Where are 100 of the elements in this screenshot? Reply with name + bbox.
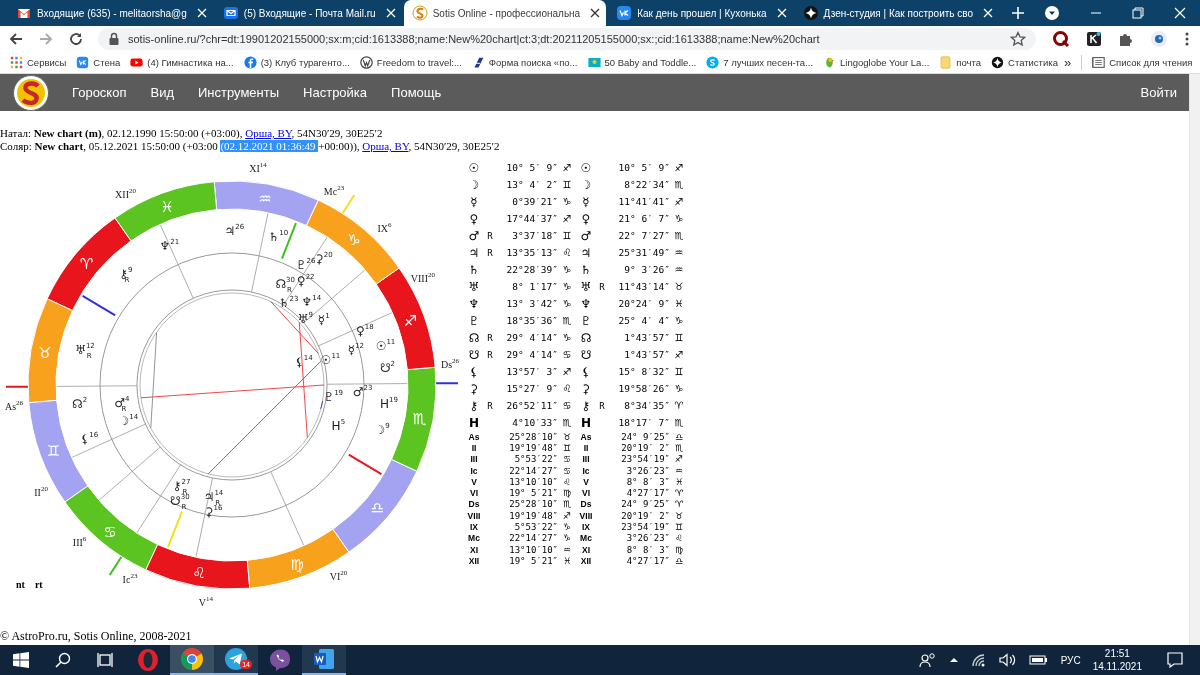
planet-label: H$^{19}$ — [379, 396, 398, 412]
sign-symbol: ♐ — [673, 195, 685, 209]
menu-item[interactable]: Вид — [150, 85, 174, 100]
position-value: 8° 8′ 3″ — [625, 543, 670, 556]
sign-symbol: ♐ — [673, 348, 685, 362]
retrograde-mark: R — [486, 246, 494, 260]
task-view-icon[interactable] — [97, 652, 113, 668]
menu-item[interactable]: Гороскоп — [72, 85, 127, 100]
wifi-icon[interactable] — [970, 653, 987, 667]
position-value: 15°27′ 9″ — [505, 382, 558, 396]
position-value: 25°28′10″ — [508, 498, 558, 511]
bookmark[interactable]: 50 Baby and Toddle... — [587, 56, 697, 69]
zodiac-sign: ♍ — [290, 555, 304, 574]
taskbar-app-button[interactable] — [170, 645, 214, 675]
planet-label: ☿$^{1}$ — [317, 312, 330, 328]
bookmark[interactable]: почта — [939, 56, 982, 69]
menu-icon[interactable] — [1184, 31, 1190, 47]
browser-tab[interactable]: Входящие (635) - melitaorsha@g — [8, 0, 213, 26]
sign-symbol: ♑ — [561, 532, 573, 544]
planet-label: ♆$^{14}$ — [301, 293, 322, 309]
battery-icon[interactable] — [1028, 654, 1049, 666]
planet-symbol: ⚳ — [468, 380, 480, 397]
planet-symbol: ☋ — [467, 346, 481, 363]
clock-time[interactable]: 21:51 — [1104, 647, 1130, 660]
sign-symbol: ♌ — [561, 246, 573, 260]
house-label: As$^{26}$ — [4, 398, 24, 412]
house-code: As — [579, 431, 593, 443]
paper-plane-icon — [224, 647, 248, 671]
back-icon[interactable] — [8, 31, 24, 47]
reload-icon[interactable] — [68, 31, 84, 47]
clock-date[interactable]: 14.11.2021 — [1092, 660, 1142, 673]
sign-symbol: ♒ — [673, 464, 685, 477]
planet-label: ☽$^{14}$ — [118, 413, 139, 429]
position-value: 25° 4′ 4″ — [617, 314, 670, 328]
more-bookmarks-button[interactable]: » — [1063, 55, 1083, 70]
reading-list-button[interactable]: Список для чтения — [1092, 56, 1193, 69]
position-value: 8° 1′17″ — [511, 280, 558, 294]
planet-symbol: ☉ — [467, 159, 481, 176]
menu-item[interactable]: Помощь — [391, 85, 442, 100]
speaker-icon[interactable] — [998, 653, 1017, 667]
chart-info-text: Соляр: New chart, 05.12.2021 15:50:00 (+03:00 (02.12.2021 01:36:49 +00:00)), Орша, BY, 54N30′29, 30E25′2 — [0, 140, 501, 153]
browser-tab[interactable]: (5) Входящие - Почта Mail.ru — [214, 0, 402, 26]
planet-symbol: ♆ — [467, 295, 481, 312]
site-logo[interactable] — [12, 73, 50, 112]
position-value: 24° 9′25″ — [620, 431, 670, 443]
menu-item[interactable]: Настройка — [303, 85, 368, 100]
browser-tab[interactable]: Как день прошел | Кухонька — [608, 0, 793, 26]
bookmark[interactable]: (4) Гимнастика на... — [130, 56, 234, 69]
extension-icon[interactable] — [1086, 31, 1102, 47]
people-icon[interactable] — [918, 652, 937, 668]
position-value: 20°19′ 2″ — [620, 442, 670, 454]
close-icon[interactable] — [590, 8, 601, 18]
dropdown-icon[interactable] — [1044, 5, 1060, 21]
bookmark[interactable]: Форма поиска «по... — [471, 56, 578, 69]
windows-icon[interactable] — [13, 652, 29, 668]
address-bar[interactable]: sotis-online.ru/?chr=dt:19901202155000;sx:m;cid:1613388;name:New%20chart|ct:3;dt:20211205155000;sx:;cid:1613388;name:New%20chart — [98, 28, 1036, 50]
planet-symbol: ⚸ — [580, 363, 592, 380]
extension-icon[interactable] — [1052, 30, 1070, 48]
search-icon[interactable] — [55, 652, 71, 668]
notification-icon[interactable] — [1166, 651, 1184, 669]
bookmark[interactable]: 7 лучших песен-та... — [706, 56, 814, 69]
bookmark[interactable]: Freedom to travel:... — [359, 56, 462, 69]
planet-label: ♆$^{21}$ — [159, 238, 180, 253]
house-code: VIII — [578, 510, 594, 522]
bookmark[interactable]: Стена — [76, 56, 121, 69]
browser-tab[interactable]: Дзен-студия | Как построить сво — [794, 0, 1000, 26]
planet-label: ♀$^{18}$ — [356, 323, 374, 339]
scrollbar[interactable] — [1189, 74, 1200, 645]
planet-label: ⚸$^{16}$ — [80, 431, 99, 447]
restore-icon[interactable] — [1132, 7, 1144, 19]
browser-tab[interactable]: Sotis Online - профессиональна — [403, 0, 607, 26]
document-icon — [312, 647, 336, 671]
planet-symbol: ♆ — [579, 295, 593, 312]
sign-symbol: ♒ — [673, 246, 685, 260]
bookmark[interactable]: Статистика — [991, 56, 1058, 69]
sign-symbol: ♈ — [673, 399, 685, 413]
language-indicator[interactable]: РУС — [1060, 654, 1081, 666]
sign-symbol: ♒ — [673, 263, 685, 277]
position-value: 13°10′10″ — [508, 543, 558, 556]
avatar-icon[interactable] — [1150, 30, 1168, 48]
login-link[interactable]: Войти — [1140, 85, 1177, 100]
cusp-line — [5, 385, 29, 388]
bookmark[interactable]: (3) Клуб турагенто... — [243, 56, 350, 69]
plus-icon[interactable] — [1011, 6, 1026, 20]
position-value: 13° 4′ 2″ — [505, 178, 558, 192]
planet-label: ♇$^{19}$ — [323, 388, 344, 404]
sign-symbol: ♏ — [561, 416, 573, 430]
chevron-up-icon[interactable] — [948, 655, 959, 665]
house-code: IX — [469, 521, 479, 533]
planet-label: ♄$^{23}$ — [278, 295, 299, 311]
bookmark[interactable]: Lingoglobe Your La... — [823, 56, 930, 69]
zodiac-sign: ♌ — [192, 564, 206, 583]
sign-symbol: ♊ — [673, 331, 685, 345]
star-icon[interactable] — [1010, 31, 1026, 47]
sign-symbol: ♊ — [561, 178, 573, 192]
house-code: Ds — [579, 498, 593, 511]
bookmark[interactable]: Сервисы — [10, 56, 67, 69]
menu-item[interactable]: Инструменты — [198, 85, 280, 100]
taskbar-app-button[interactable] — [302, 645, 346, 675]
puzzle-icon[interactable] — [1118, 31, 1134, 47]
